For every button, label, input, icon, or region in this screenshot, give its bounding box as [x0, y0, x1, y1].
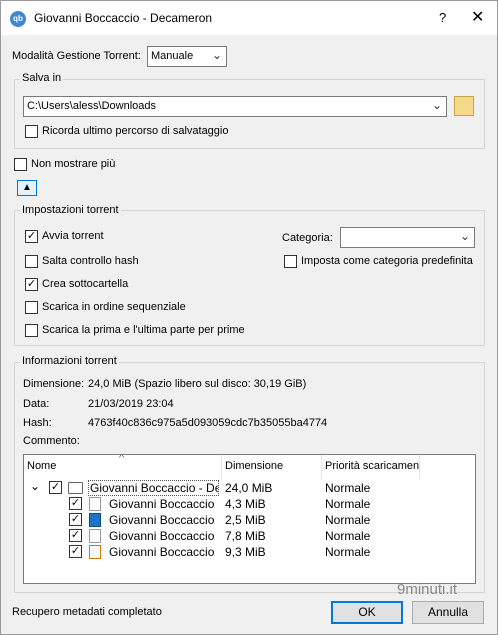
- start-torrent-checkbox[interactable]: [25, 230, 38, 243]
- tree-row-file[interactable]: Giovanni Boccaccio - Decameron.txt 4,3 M…: [24, 496, 475, 512]
- chevron-down-icon: ⌄: [431, 98, 442, 112]
- epub-icon: [89, 513, 101, 527]
- management-mode-value: Manuale: [151, 50, 194, 62]
- file-name: Giovanni Boccaccio - Decameron.txt: [109, 497, 217, 511]
- file-priority: Normale: [325, 529, 371, 543]
- root-size: 24,0 MiB: [225, 481, 273, 495]
- save-path-select[interactable]: C:\Users\aless\Downloads ⌄: [23, 96, 447, 117]
- qbittorrent-icon: qb: [10, 11, 26, 27]
- file-size: 2,5 MiB: [225, 513, 266, 527]
- title-bar: qb Giovanni Boccaccio - Decameron ? ✕: [1, 1, 497, 35]
- chevron-down-icon: ⌄: [211, 48, 222, 62]
- tree-row-root[interactable]: ⌄ Giovanni Boccaccio - Decameron 24,0 Mi…: [24, 479, 475, 496]
- dont-show-again-label: Non mostrare più: [31, 158, 116, 170]
- file-priority: Normale: [325, 497, 371, 511]
- column-header-size[interactable]: Dimensione: [222, 455, 322, 479]
- default-category-label: Imposta come categoria predefinita: [301, 255, 473, 267]
- create-subfolder-checkbox[interactable]: [25, 278, 38, 291]
- file-size: 9,3 MiB: [225, 545, 266, 559]
- file-checkbox[interactable]: [69, 529, 82, 542]
- size-label: Dimensione:: [23, 378, 85, 390]
- size-value: 24,0 MiB (Spazio libero sul disco: 30,19…: [88, 378, 307, 390]
- document-icon: [89, 497, 101, 511]
- status-text: Recupero metadati completato: [12, 606, 162, 618]
- column-header-name[interactable]: Nome: [24, 455, 222, 479]
- close-button[interactable]: ✕: [471, 7, 484, 27]
- remember-path-label: Ricorda ultimo percorso di salvataggio: [42, 125, 229, 137]
- window-title: Giovanni Boccaccio - Decameron: [34, 11, 213, 25]
- save-in-title: Salva in: [20, 72, 64, 84]
- file-checkbox[interactable]: [69, 545, 82, 558]
- file-tree[interactable]: ^ Nome Dimensione Priorità scaricamento …: [23, 454, 476, 584]
- remember-path-checkbox[interactable]: [25, 125, 38, 138]
- tree-row-file[interactable]: Giovanni Boccaccio - Decameron.pdf 9,3 M…: [24, 544, 475, 560]
- collapse-toggle-button[interactable]: ▲: [17, 180, 37, 196]
- first-last-pieces-label: Scarica la prima e l'ultima parte per pr…: [42, 324, 245, 336]
- management-mode-label: Modalità Gestione Torrent:: [12, 50, 141, 62]
- root-priority: Normale: [325, 481, 371, 495]
- tree-row-file[interactable]: Giovanni Boccaccio - Decameron.mobi 7,8 …: [24, 528, 475, 544]
- start-torrent-label: Avvia torrent: [42, 230, 104, 242]
- torrent-info-title: Informazioni torrent: [20, 355, 119, 367]
- skip-hash-label: Salta controllo hash: [42, 255, 139, 267]
- chevron-down-icon: ⌄: [459, 229, 470, 243]
- date-label: Data:: [23, 398, 50, 410]
- cancel-button[interactable]: Annulla: [412, 601, 484, 624]
- file-name: Giovanni Boccaccio - Decameron.mobi: [109, 529, 217, 543]
- date-value: 21/03/2019 23:04: [88, 398, 174, 410]
- hash-label: Hash:: [23, 417, 52, 429]
- file-name: Giovanni Boccaccio - Decameron.epub: [109, 513, 217, 527]
- category-select[interactable]: ⌄: [340, 227, 475, 248]
- pdf-icon: [89, 545, 101, 559]
- sequential-download-checkbox[interactable]: [25, 301, 38, 314]
- save-path-value: C:\Users\aless\Downloads: [27, 100, 156, 112]
- create-subfolder-label: Crea sottocartella: [42, 278, 129, 290]
- file-checkbox[interactable]: [69, 513, 82, 526]
- category-label: Categoria:: [282, 232, 333, 244]
- file-size: 4,3 MiB: [225, 497, 266, 511]
- file-priority: Normale: [325, 545, 371, 559]
- file-checkbox[interactable]: [69, 497, 82, 510]
- help-button[interactable]: ?: [439, 10, 446, 25]
- management-mode-select[interactable]: Manuale ⌄: [147, 46, 227, 67]
- add-torrent-dialog: qb Giovanni Boccaccio - Decameron ? ✕ Mo…: [0, 0, 498, 635]
- default-category-checkbox[interactable]: [284, 255, 297, 268]
- file-size: 7,8 MiB: [225, 529, 266, 543]
- file-priority: Normale: [325, 513, 371, 527]
- file-name: Giovanni Boccaccio - Decameron.pdf: [109, 545, 217, 559]
- comment-label: Commento:: [23, 435, 80, 447]
- root-name: Giovanni Boccaccio - Decameron: [88, 480, 219, 496]
- skip-hash-checkbox[interactable]: [25, 255, 38, 268]
- watermark-text: 9minuti.it: [397, 581, 458, 598]
- tree-row-file[interactable]: Giovanni Boccaccio - Decameron.epub 2,5 …: [24, 512, 475, 528]
- blank-file-icon: [89, 529, 101, 543]
- browse-folder-button[interactable]: [454, 96, 474, 116]
- folder-open-icon: [68, 482, 83, 494]
- hash-value: 4763f40c836c975a5d093059cdc7b35055ba4774: [88, 417, 328, 429]
- first-last-pieces-checkbox[interactable]: [25, 324, 38, 337]
- expand-arrow-icon[interactable]: ⌄: [30, 479, 40, 493]
- dont-show-again-checkbox[interactable]: [14, 158, 27, 171]
- torrent-settings-title: Impostazioni torrent: [20, 204, 121, 216]
- column-header-priority[interactable]: Priorità scaricamento: [322, 455, 420, 479]
- ok-button[interactable]: OK: [331, 601, 403, 624]
- sequential-download-label: Scarica in ordine sequenziale: [42, 301, 186, 313]
- root-checkbox[interactable]: [49, 481, 62, 494]
